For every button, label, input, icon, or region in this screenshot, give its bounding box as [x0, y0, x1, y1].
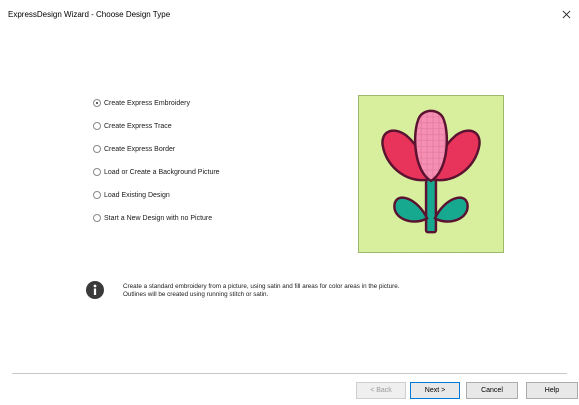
flower-embroidery-preview: [359, 96, 503, 252]
info-icon: [86, 281, 104, 299]
option-label: Create Express Trace: [104, 122, 172, 130]
option-label: Create Express Embroidery: [104, 99, 190, 107]
close-button[interactable]: [559, 7, 573, 21]
option-label: Load Existing Design: [104, 191, 170, 199]
option-label: Start a New Design with no Picture: [104, 214, 213, 222]
option-create-express-border[interactable]: Create Express Border: [93, 145, 175, 153]
window-title: ExpressDesign Wizard - Choose Design Typ…: [8, 10, 171, 19]
design-preview: [358, 95, 504, 253]
option-create-express-embroidery[interactable]: Create Express Embroidery: [93, 99, 190, 107]
option-description: Create a standard embroidery from a pict…: [123, 283, 503, 299]
radio-create-express-border[interactable]: [93, 145, 101, 153]
option-new-design-no-picture[interactable]: Start a New Design with no Picture: [93, 214, 212, 222]
radio-load-background-picture[interactable]: [93, 168, 101, 176]
option-load-existing-design[interactable]: Load Existing Design: [93, 191, 170, 199]
radio-new-design-no-picture[interactable]: [93, 214, 101, 222]
option-load-background-picture[interactable]: Load or Create a Background Picture: [93, 168, 220, 176]
description-line-2: Outlines will be created using running s…: [123, 291, 269, 298]
next-button[interactable]: Next >: [410, 382, 460, 399]
option-create-express-trace[interactable]: Create Express Trace: [93, 122, 172, 130]
title-bar: ExpressDesign Wizard - Choose Design Typ…: [0, 0, 579, 32]
back-button[interactable]: < Back: [356, 382, 406, 399]
footer-divider: [12, 373, 567, 374]
radio-create-express-trace[interactable]: [93, 122, 101, 130]
option-label: Create Express Border: [104, 145, 176, 153]
description-line-1: Create a standard embroidery from a pict…: [123, 283, 400, 290]
help-button[interactable]: Help: [526, 382, 578, 399]
option-label: Load or Create a Background Picture: [104, 168, 220, 176]
radio-create-express-embroidery[interactable]: [93, 99, 101, 107]
radio-load-existing-design[interactable]: [93, 191, 101, 199]
cancel-button[interactable]: Cancel: [466, 382, 518, 399]
close-icon: [562, 10, 570, 18]
